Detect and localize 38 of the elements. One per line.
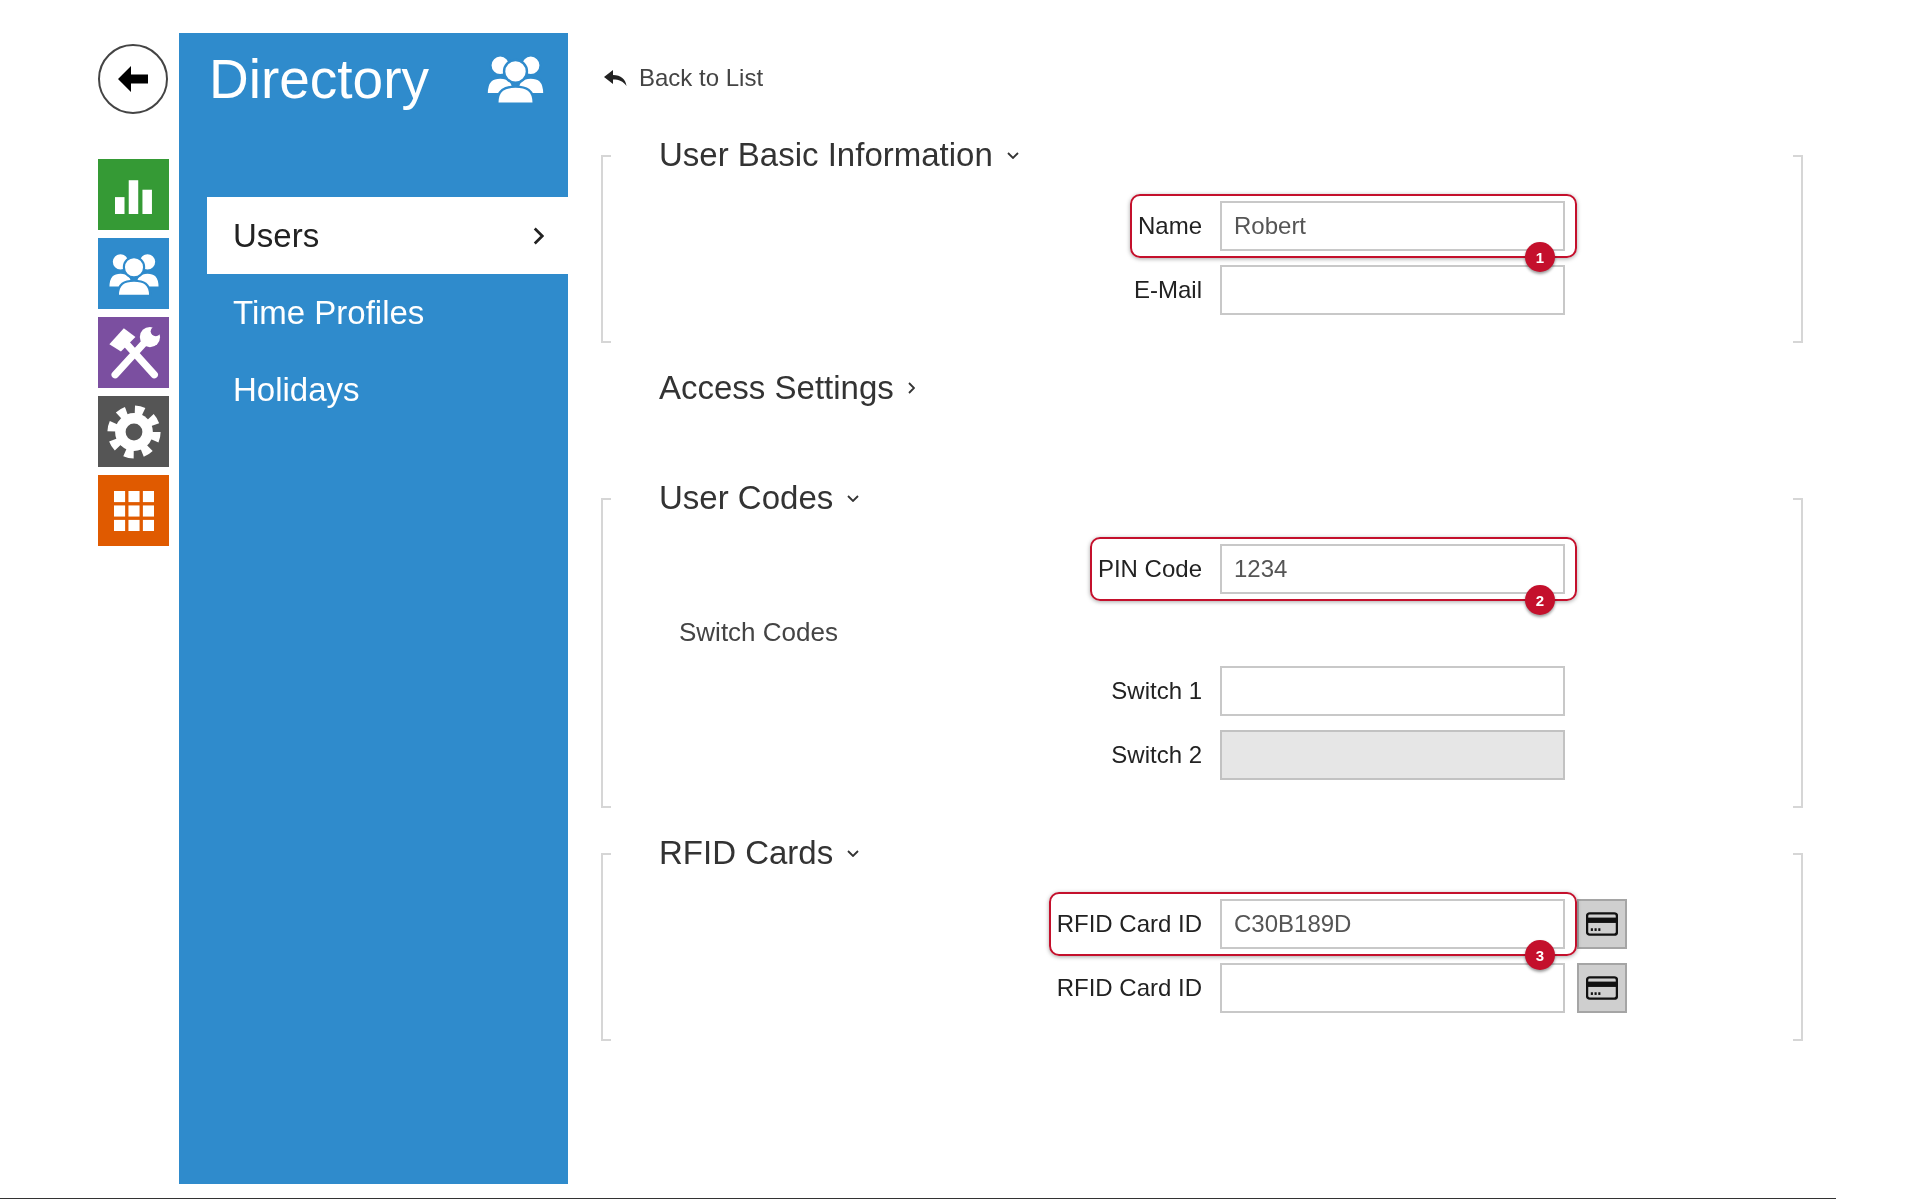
field-label: PIN Code (1097, 555, 1202, 583)
back-to-list-link[interactable]: Back to List (603, 63, 764, 93)
nav-tile[interactable] (98, 475, 169, 546)
users-icon (485, 53, 546, 105)
text-field[interactable] (1220, 666, 1565, 716)
field-label: RFID Card ID (1056, 910, 1202, 938)
section-header[interactable]: User Codes (659, 478, 860, 518)
sidebar-item[interactable]: Time Profiles (207, 274, 568, 351)
card-reader-button[interactable] (1577, 963, 1627, 1013)
field-label: Switch 2 (1111, 741, 1202, 769)
nav-tile[interactable] (98, 238, 169, 309)
text-field[interactable]: C30B189D (1220, 899, 1565, 949)
subsection-title: Switch Codes (679, 616, 838, 648)
card-icon (1586, 912, 1618, 936)
card-icon (1586, 976, 1618, 1000)
grid-icon (113, 490, 154, 531)
field-label: E-Mail (1134, 276, 1202, 304)
text-field[interactable]: 1234 (1220, 544, 1565, 594)
nav-tile[interactable] (98, 396, 169, 467)
text-field[interactable] (1220, 963, 1565, 1013)
arrow-left-icon (118, 66, 148, 92)
section-header[interactable]: Access Settings (659, 368, 915, 408)
sidebar-item[interactable]: Holidays (207, 351, 568, 428)
callout-number: 2 (1525, 585, 1555, 615)
gear-icon (105, 403, 162, 460)
chevron-right-icon (533, 226, 544, 245)
section-header[interactable]: User Basic Information (659, 135, 1019, 175)
field-label: RFID Card ID (1056, 974, 1202, 1002)
nav-tile[interactable] (98, 317, 169, 388)
sidebar-item[interactable]: Users (207, 197, 568, 274)
section-header[interactable]: RFID Cards (659, 833, 860, 873)
field-label: Name (1137, 212, 1202, 240)
reply-arrow-icon (603, 68, 627, 88)
text-field[interactable] (1220, 265, 1565, 315)
card-reader-button[interactable] (1577, 899, 1627, 949)
nav-tile[interactable] (98, 159, 169, 230)
text-field[interactable]: Robert (1220, 201, 1565, 251)
field-label: Switch 1 (1111, 677, 1202, 705)
